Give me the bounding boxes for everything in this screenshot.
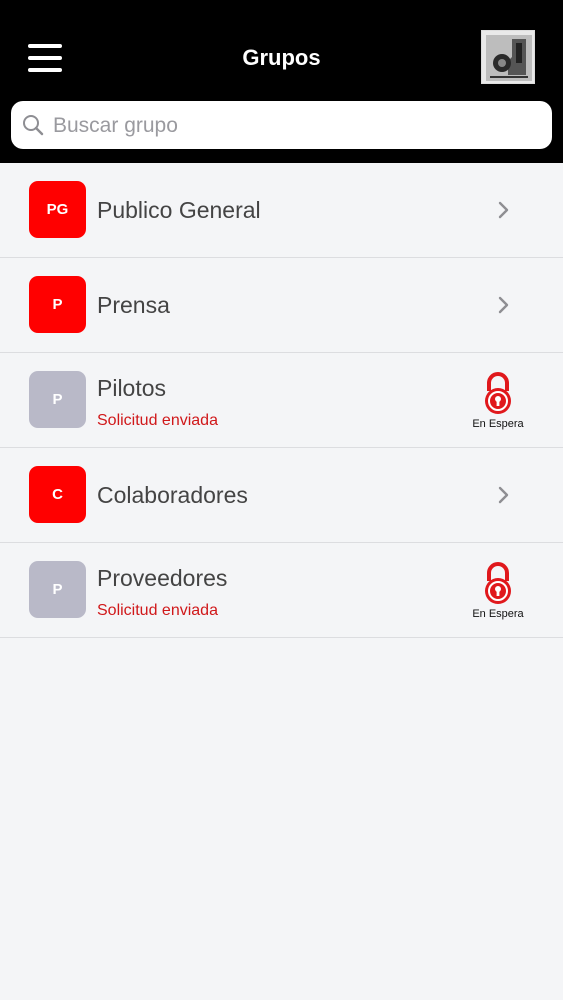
chevron-right-icon[interactable] [497, 200, 511, 220]
group-avatar-badge: P [29, 561, 86, 618]
pending-indicator: En Espera [466, 371, 530, 435]
group-name: Colaboradores [97, 482, 248, 508]
group-name: Prensa [97, 292, 170, 318]
group-avatar-badge: P [29, 276, 86, 333]
group-row[interactable]: P Prensa [0, 258, 563, 353]
search-bar[interactable] [11, 101, 552, 149]
chevron-right-icon[interactable] [497, 485, 511, 505]
lock-icon [485, 372, 511, 414]
group-row[interactable]: P Proveedores Solicitud enviada En Espera [0, 543, 563, 638]
group-list: PG Publico General P Prensa P Pilotos Solicitu… [0, 163, 563, 638]
pending-label: En Espera [472, 418, 524, 430]
chevron-right-icon[interactable] [497, 295, 511, 315]
search-icon [23, 115, 44, 136]
search-input[interactable] [51, 107, 535, 145]
group-name: Publico General [97, 197, 261, 223]
group-row[interactable]: PG Publico General [0, 163, 563, 258]
lock-icon [485, 562, 511, 604]
group-avatar-badge: C [29, 466, 86, 523]
group-row[interactable]: P Pilotos Solicitud enviada En Espera [0, 353, 563, 448]
request-status: Solicitud enviada [97, 602, 218, 619]
app-header: Grupos [0, 0, 563, 163]
avatar[interactable] [481, 30, 535, 84]
group-avatar-badge: PG [29, 181, 86, 238]
group-row[interactable]: C Colaboradores [0, 448, 563, 543]
pending-label: En Espera [472, 608, 524, 620]
group-avatar-badge: P [29, 371, 86, 428]
pending-indicator: En Espera [466, 561, 530, 625]
page-title: Grupos [242, 45, 321, 70]
group-name: Proveedores [97, 565, 228, 591]
profile-photo-icon [482, 31, 534, 83]
group-name: Pilotos [97, 375, 167, 401]
request-status: Solicitud enviada [97, 412, 218, 429]
